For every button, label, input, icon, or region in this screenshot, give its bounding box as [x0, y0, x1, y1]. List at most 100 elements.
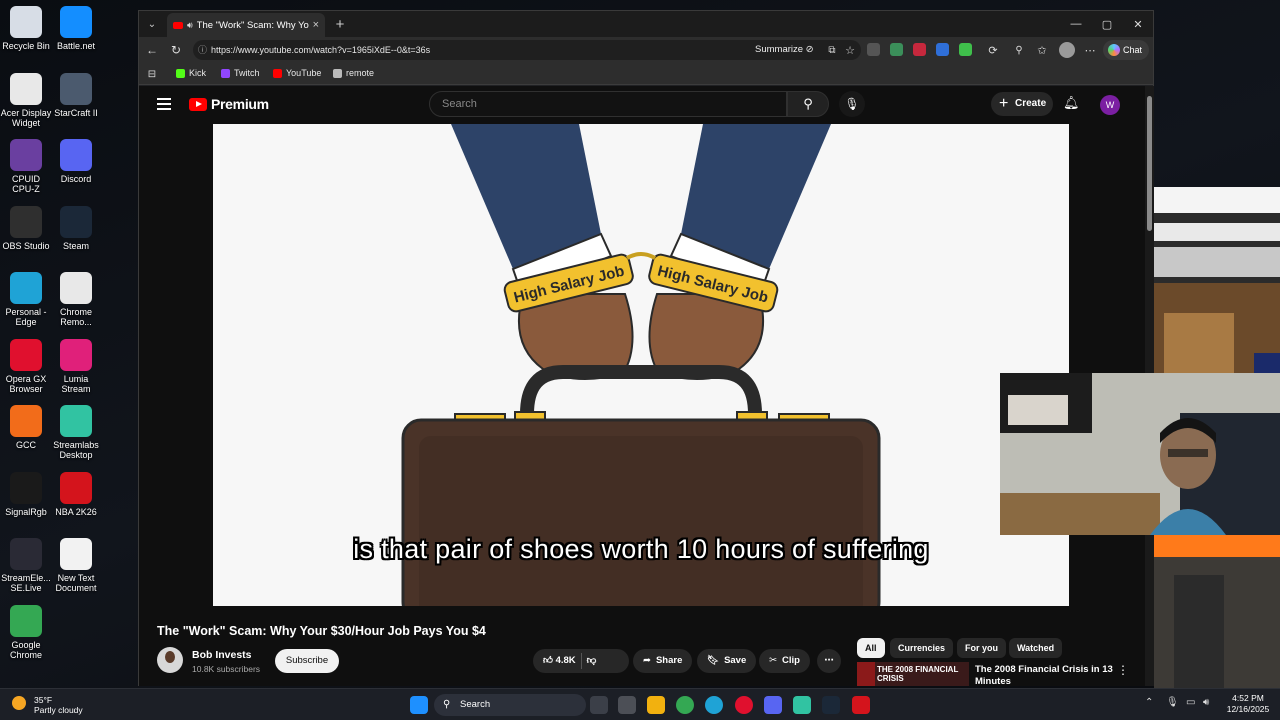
site-info-icon[interactable]: ⓘ: [198, 40, 207, 60]
more-menu-icon[interactable]: ⋯: [1081, 41, 1099, 59]
desktop-shortcut[interactable]: New Text Document: [50, 538, 102, 593]
favorite-star-icon[interactable]: ☆: [841, 41, 859, 59]
desktop-shortcut[interactable]: Discord: [50, 139, 102, 184]
profile-avatar[interactable]: [1059, 42, 1075, 58]
clip-button[interactable]: ✂ Clip: [759, 649, 810, 673]
dislike-button[interactable]: 👎︎: [587, 649, 597, 673]
extension-icon-1[interactable]: [867, 43, 880, 56]
copilot-chat-button[interactable]: Chat: [1103, 40, 1149, 60]
desktop-shortcut[interactable]: NBA 2K26: [50, 471, 102, 517]
more-actions-button[interactable]: ⋯: [817, 649, 841, 673]
desktop-shortcut[interactable]: GCC: [0, 405, 52, 450]
volume-icon[interactable]: 🔊︎: [1203, 697, 1209, 708]
desktop-shortcut-label: Google Chrome: [9, 639, 42, 660]
extensions-icon[interactable]: ⚲: [1010, 41, 1028, 59]
refresh-icon[interactable]: ↻: [167, 41, 185, 59]
share-button[interactable]: ➦ Share: [633, 649, 693, 673]
like-button[interactable]: 👍︎ 4.8K: [543, 649, 576, 673]
channel-avatar[interactable]: [157, 647, 183, 673]
notifications-bell-icon[interactable]: 🔔︎: [1063, 95, 1080, 111]
extension-icon-5[interactable]: [959, 43, 972, 56]
show-hidden-icons[interactable]: ⌃: [1145, 697, 1153, 708]
bookmark-kick[interactable]: Kick: [176, 68, 206, 78]
desktop-shortcut[interactable]: Chrome Remo...: [50, 272, 102, 327]
desktop-shortcut[interactable]: Streamlabs Desktop: [50, 405, 102, 460]
browser-essentials-icon[interactable]: ⟳: [984, 41, 1002, 59]
account-avatar[interactable]: W: [1100, 95, 1120, 115]
chip-for-you[interactable]: For you: [957, 638, 1006, 658]
task-view-icon[interactable]: [590, 696, 608, 714]
chip-all[interactable]: All: [857, 638, 885, 658]
desktop-shortcut[interactable]: SignalRgb: [0, 471, 52, 517]
favorites-icon[interactable]: ✩: [1033, 41, 1051, 59]
voice-search-button[interactable]: 🎙︎: [839, 91, 865, 117]
tab-actions-icon[interactable]: ⌄: [143, 15, 161, 33]
speaker-icon[interactable]: 🔊︎: [187, 20, 193, 31]
extension-icon-3[interactable]: [913, 43, 926, 56]
close-tab-icon[interactable]: ×: [313, 19, 319, 31]
clock-time: 4:52 PM: [1232, 693, 1264, 703]
desktop-shortcut[interactable]: Lumia Stream: [50, 338, 102, 394]
back-icon[interactable]: ←: [143, 41, 161, 59]
create-button[interactable]: + Create: [991, 92, 1053, 116]
scrollbar-thumb[interactable]: [1147, 96, 1152, 231]
start-button[interactable]: [410, 696, 428, 714]
bookmark-twitch[interactable]: Twitch: [221, 68, 260, 78]
minimize-button[interactable]: —: [1061, 11, 1091, 37]
desktop-shortcut[interactable]: Recycle Bin: [0, 6, 52, 51]
desktop-shortcut-label: NBA 2K26: [55, 506, 97, 517]
nba2k-taskbar-icon[interactable]: [852, 696, 870, 714]
youtube-premium-logo[interactable]: Premium: [189, 96, 269, 112]
hamburger-menu-icon[interactable]: [157, 98, 171, 110]
desktop-shortcut[interactable]: CPUID CPU-Z: [0, 139, 52, 194]
channel-name[interactable]: Bob Invests: [192, 649, 252, 661]
desktop-shortcut[interactable]: Acer Display Widget: [0, 72, 52, 128]
new-tab-button[interactable]: +: [331, 15, 349, 33]
chip-currencies[interactable]: Currencies: [890, 638, 954, 658]
chrome-taskbar-icon[interactable]: [676, 696, 694, 714]
bookmark-youtube[interactable]: YouTube: [273, 68, 321, 78]
search-button[interactable]: ⚲: [787, 91, 829, 117]
desktop-shortcut-label: Recycle Bin: [2, 41, 50, 51]
extension-icon-2[interactable]: [890, 43, 903, 56]
desktop-shortcut[interactable]: StreamEle... SE.Live: [0, 538, 52, 593]
summarize-button[interactable]: Summarize ⊘: [755, 40, 814, 60]
steam-taskbar-icon[interactable]: [822, 696, 840, 714]
recycle-bin-icon: [10, 6, 42, 38]
taskbar-search[interactable]: ⚲ Search: [434, 694, 586, 716]
recommended-video-thumbnail[interactable]: THE 2008 FINANCIAL CRISIS: [857, 662, 969, 686]
desktop-shortcut[interactable]: Steam: [50, 205, 102, 251]
clock[interactable]: 4:52 PM 12/16/2025: [1222, 693, 1274, 715]
network-icon[interactable]: ▭: [1186, 697, 1195, 708]
maximize-button[interactable]: ▢: [1092, 11, 1122, 37]
close-window-button[interactable]: ✕: [1123, 11, 1153, 37]
discord-taskbar-icon[interactable]: [764, 696, 782, 714]
save-button[interactable]: 🔖︎ Save: [697, 649, 757, 673]
side-window[interactable]: [1154, 187, 1280, 373]
side-window-titlebar[interactable]: [1154, 187, 1280, 213]
collections-icon[interactable]: ⊟: [143, 65, 161, 83]
opera-gx-taskbar-icon[interactable]: [735, 696, 753, 714]
extension-icon-4[interactable]: [936, 43, 949, 56]
bookmark-remote[interactable]: remote: [333, 68, 374, 78]
reading-view-icon[interactable]: ⧉: [823, 41, 841, 59]
file-explorer-icon[interactable]: [647, 696, 665, 714]
recommended-video-title[interactable]: The 2008 Financial Crisis in 13 Minutes: [975, 664, 1115, 686]
recommended-more-icon[interactable]: ⋮: [1117, 663, 1129, 677]
desktop-shortcut[interactable]: Personal - Edge: [0, 272, 52, 327]
desktop-shortcut[interactable]: Opera GX Browser: [0, 338, 52, 394]
desktop-shortcut[interactable]: StarCraft II: [50, 72, 102, 118]
chip-watched[interactable]: Watched: [1009, 638, 1063, 658]
video-player[interactable]: High Salary Job High Salary Job is that …: [213, 124, 1069, 606]
desktop-shortcut[interactable]: Battle.net: [50, 6, 102, 51]
desktop-shortcut[interactable]: OBS Studio: [0, 205, 52, 251]
streamlabs-taskbar-icon[interactable]: [793, 696, 811, 714]
widgets-icon[interactable]: [618, 696, 636, 714]
subscribe-button[interactable]: Subscribe: [275, 649, 339, 673]
search-input[interactable]: Search: [429, 91, 787, 117]
microphone-tray-icon[interactable]: 🎙︎: [1166, 697, 1179, 708]
desktop-shortcut[interactable]: Google Chrome: [0, 604, 52, 660]
video-title: The "Work" Scam: Why Your $30/Hour Job P…: [157, 624, 486, 638]
tab-youtube[interactable]: 🔊︎ The "Work" Scam: Why Your $... ×: [167, 13, 325, 37]
edge-taskbar-icon[interactable]: [705, 696, 723, 714]
